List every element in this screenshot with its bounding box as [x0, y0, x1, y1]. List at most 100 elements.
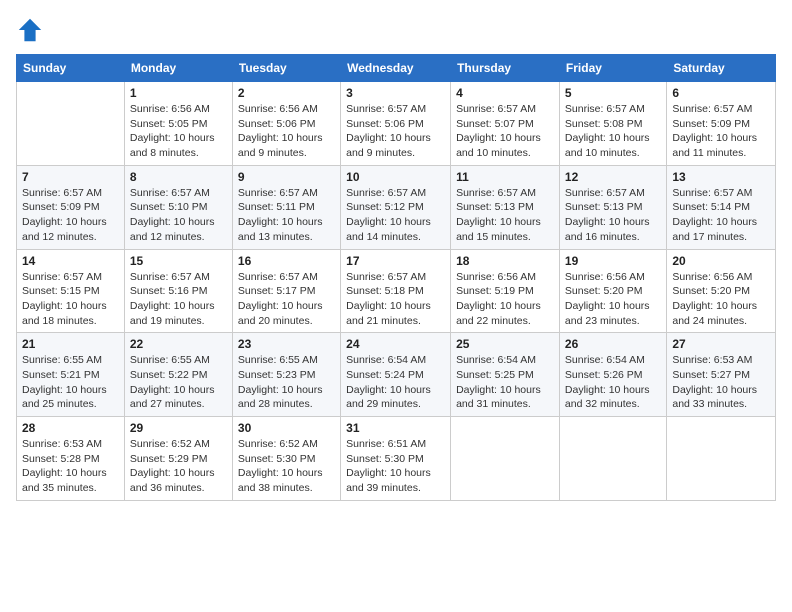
calendar-cell: 18Sunrise: 6:56 AM Sunset: 5:19 PM Dayli…	[451, 249, 560, 333]
day-number: 12	[565, 170, 661, 184]
day-number: 29	[130, 421, 227, 435]
day-number: 3	[346, 86, 445, 100]
day-info: Sunrise: 6:57 AM Sunset: 5:14 PM Dayligh…	[672, 186, 770, 245]
day-number: 19	[565, 254, 661, 268]
day-info: Sunrise: 6:53 AM Sunset: 5:28 PM Dayligh…	[22, 437, 119, 496]
day-info: Sunrise: 6:55 AM Sunset: 5:21 PM Dayligh…	[22, 353, 119, 412]
calendar-week-row: 28Sunrise: 6:53 AM Sunset: 5:28 PM Dayli…	[17, 417, 776, 501]
day-number: 4	[456, 86, 554, 100]
day-number: 13	[672, 170, 770, 184]
calendar-cell: 4 Sunrise: 6:57 AM Sunset: 5:07 PM Daylig…	[451, 82, 560, 166]
day-info: Sunrise: 6:57 AM Sunset: 5:13 PM Dayligh…	[456, 186, 554, 245]
day-number: 23	[238, 337, 335, 351]
day-info: Sunrise: 6:52 AM Sunset: 5:29 PM Dayligh…	[130, 437, 227, 496]
calendar-week-row: 21 Sunrise: 6:55 AM Sunset: 5:21 PM Dayli…	[17, 333, 776, 417]
day-info: Sunrise: 6:57 AM Sunset: 5:13 PM Dayligh…	[565, 186, 661, 245]
day-number: 11	[456, 170, 554, 184]
calendar-cell: 21 Sunrise: 6:55 AM Sunset: 5:21 PM Dayli…	[17, 333, 125, 417]
calendar-cell: 14 Sunrise: 6:57 AM Sunset: 5:15 PM Dayli…	[17, 249, 125, 333]
calendar-cell: 22 Sunrise: 6:55 AM Sunset: 5:22 PM Dayli…	[124, 333, 232, 417]
calendar-cell: 11 Sunrise: 6:57 AM Sunset: 5:13 PM Dayli…	[451, 165, 560, 249]
calendar-cell: 10 Sunrise: 6:57 AM Sunset: 5:12 PM Dayli…	[341, 165, 451, 249]
calendar-cell	[667, 417, 776, 501]
calendar-cell: 1 Sunrise: 6:56 AM Sunset: 5:05 PM Daylig…	[124, 82, 232, 166]
calendar-cell	[559, 417, 666, 501]
day-info: Sunrise: 6:57 AM Sunset: 5:10 PM Dayligh…	[130, 186, 227, 245]
day-number: 14	[22, 254, 119, 268]
day-number: 9	[238, 170, 335, 184]
calendar-cell: 8Sunrise: 6:57 AM Sunset: 5:10 PM Daylig…	[124, 165, 232, 249]
day-number: 26	[565, 337, 661, 351]
calendar-cell: 3 Sunrise: 6:57 AM Sunset: 5:06 PM Daylig…	[341, 82, 451, 166]
day-info: Sunrise: 6:57 AM Sunset: 5:12 PM Dayligh…	[346, 186, 445, 245]
calendar-cell: 13 Sunrise: 6:57 AM Sunset: 5:14 PM Dayli…	[667, 165, 776, 249]
day-info: Sunrise: 6:54 AM Sunset: 5:25 PM Dayligh…	[456, 353, 554, 412]
calendar-cell	[17, 82, 125, 166]
calendar-cell: 16 Sunrise: 6:57 AM Sunset: 5:17 PM Dayli…	[232, 249, 340, 333]
day-info: Sunrise: 6:56 AM Sunset: 5:05 PM Dayligh…	[130, 102, 227, 161]
day-info: Sunrise: 6:55 AM Sunset: 5:22 PM Dayligh…	[130, 353, 227, 412]
calendar-cell: 15Sunrise: 6:57 AM Sunset: 5:16 PM Dayli…	[124, 249, 232, 333]
calendar-cell: 31 Sunrise: 6:51 AM Sunset: 5:30 PM Dayli…	[341, 417, 451, 501]
calendar-cell: 27 Sunrise: 6:53 AM Sunset: 5:27 PM Dayli…	[667, 333, 776, 417]
day-number: 10	[346, 170, 445, 184]
calendar-cell: 25 Sunrise: 6:54 AM Sunset: 5:25 PM Dayli…	[451, 333, 560, 417]
day-info: Sunrise: 6:56 AM Sunset: 5:06 PM Dayligh…	[238, 102, 335, 161]
calendar-week-row: 14 Sunrise: 6:57 AM Sunset: 5:15 PM Dayli…	[17, 249, 776, 333]
day-info: Sunrise: 6:57 AM Sunset: 5:09 PM Dayligh…	[672, 102, 770, 161]
day-number: 27	[672, 337, 770, 351]
calendar-cell: 12 Sunrise: 6:57 AM Sunset: 5:13 PM Dayli…	[559, 165, 666, 249]
day-info: Sunrise: 6:57 AM Sunset: 5:07 PM Dayligh…	[456, 102, 554, 161]
logo-icon	[16, 16, 44, 44]
calendar-cell: 17 Sunrise: 6:57 AM Sunset: 5:18 PM Dayli…	[341, 249, 451, 333]
day-info: Sunrise: 6:57 AM Sunset: 5:17 PM Dayligh…	[238, 270, 335, 329]
day-number: 30	[238, 421, 335, 435]
page-header	[16, 16, 776, 44]
day-info: Sunrise: 6:57 AM Sunset: 5:15 PM Dayligh…	[22, 270, 119, 329]
day-number: 31	[346, 421, 445, 435]
day-info: Sunrise: 6:56 AM Sunset: 5:19 PM Dayligh…	[456, 270, 554, 329]
day-number: 6	[672, 86, 770, 100]
day-number: 17	[346, 254, 445, 268]
day-number: 16	[238, 254, 335, 268]
day-info: Sunrise: 6:52 AM Sunset: 5:30 PM Dayligh…	[238, 437, 335, 496]
day-number: 5	[565, 86, 661, 100]
calendar-cell	[451, 417, 560, 501]
day-info: Sunrise: 6:57 AM Sunset: 5:09 PM Dayligh…	[22, 186, 119, 245]
day-info: Sunrise: 6:57 AM Sunset: 5:06 PM Dayligh…	[346, 102, 445, 161]
weekday-header: Sunday	[17, 55, 125, 82]
day-info: Sunrise: 6:54 AM Sunset: 5:24 PM Dayligh…	[346, 353, 445, 412]
day-info: Sunrise: 6:51 AM Sunset: 5:30 PM Dayligh…	[346, 437, 445, 496]
calendar-cell: 30 Sunrise: 6:52 AM Sunset: 5:30 PM Dayli…	[232, 417, 340, 501]
weekday-header: Thursday	[451, 55, 560, 82]
day-number: 21	[22, 337, 119, 351]
weekday-header: Wednesday	[341, 55, 451, 82]
weekday-header: Saturday	[667, 55, 776, 82]
calendar-cell: 2 Sunrise: 6:56 AM Sunset: 5:06 PM Daylig…	[232, 82, 340, 166]
day-info: Sunrise: 6:57 AM Sunset: 5:18 PM Dayligh…	[346, 270, 445, 329]
day-number: 1	[130, 86, 227, 100]
weekday-header: Tuesday	[232, 55, 340, 82]
day-number: 24	[346, 337, 445, 351]
day-info: Sunrise: 6:57 AM Sunset: 5:11 PM Dayligh…	[238, 186, 335, 245]
calendar-table: SundayMondayTuesdayWednesdayThursdayFrid…	[16, 54, 776, 501]
day-info: Sunrise: 6:57 AM Sunset: 5:08 PM Dayligh…	[565, 102, 661, 161]
day-info: Sunrise: 6:53 AM Sunset: 5:27 PM Dayligh…	[672, 353, 770, 412]
weekday-header: Monday	[124, 55, 232, 82]
day-number: 22	[130, 337, 227, 351]
calendar-cell: 9 Sunrise: 6:57 AM Sunset: 5:11 PM Daylig…	[232, 165, 340, 249]
calendar-cell: 24 Sunrise: 6:54 AM Sunset: 5:24 PM Dayli…	[341, 333, 451, 417]
day-number: 2	[238, 86, 335, 100]
calendar-cell: 29 Sunrise: 6:52 AM Sunset: 5:29 PM Dayli…	[124, 417, 232, 501]
calendar-cell: 26 Sunrise: 6:54 AM Sunset: 5:26 PM Dayli…	[559, 333, 666, 417]
calendar-week-row: 1 Sunrise: 6:56 AM Sunset: 5:05 PM Daylig…	[17, 82, 776, 166]
day-info: Sunrise: 6:55 AM Sunset: 5:23 PM Dayligh…	[238, 353, 335, 412]
calendar-cell: 20Sunrise: 6:56 AM Sunset: 5:20 PM Dayli…	[667, 249, 776, 333]
day-number: 25	[456, 337, 554, 351]
calendar-week-row: 7 Sunrise: 6:57 AM Sunset: 5:09 PM Daylig…	[17, 165, 776, 249]
calendar-cell: 5 Sunrise: 6:57 AM Sunset: 5:08 PM Daylig…	[559, 82, 666, 166]
day-info: Sunrise: 6:57 AM Sunset: 5:16 PM Dayligh…	[130, 270, 227, 329]
day-number: 7	[22, 170, 119, 184]
day-info: Sunrise: 6:54 AM Sunset: 5:26 PM Dayligh…	[565, 353, 661, 412]
calendar-cell: 19Sunrise: 6:56 AM Sunset: 5:20 PM Dayli…	[559, 249, 666, 333]
